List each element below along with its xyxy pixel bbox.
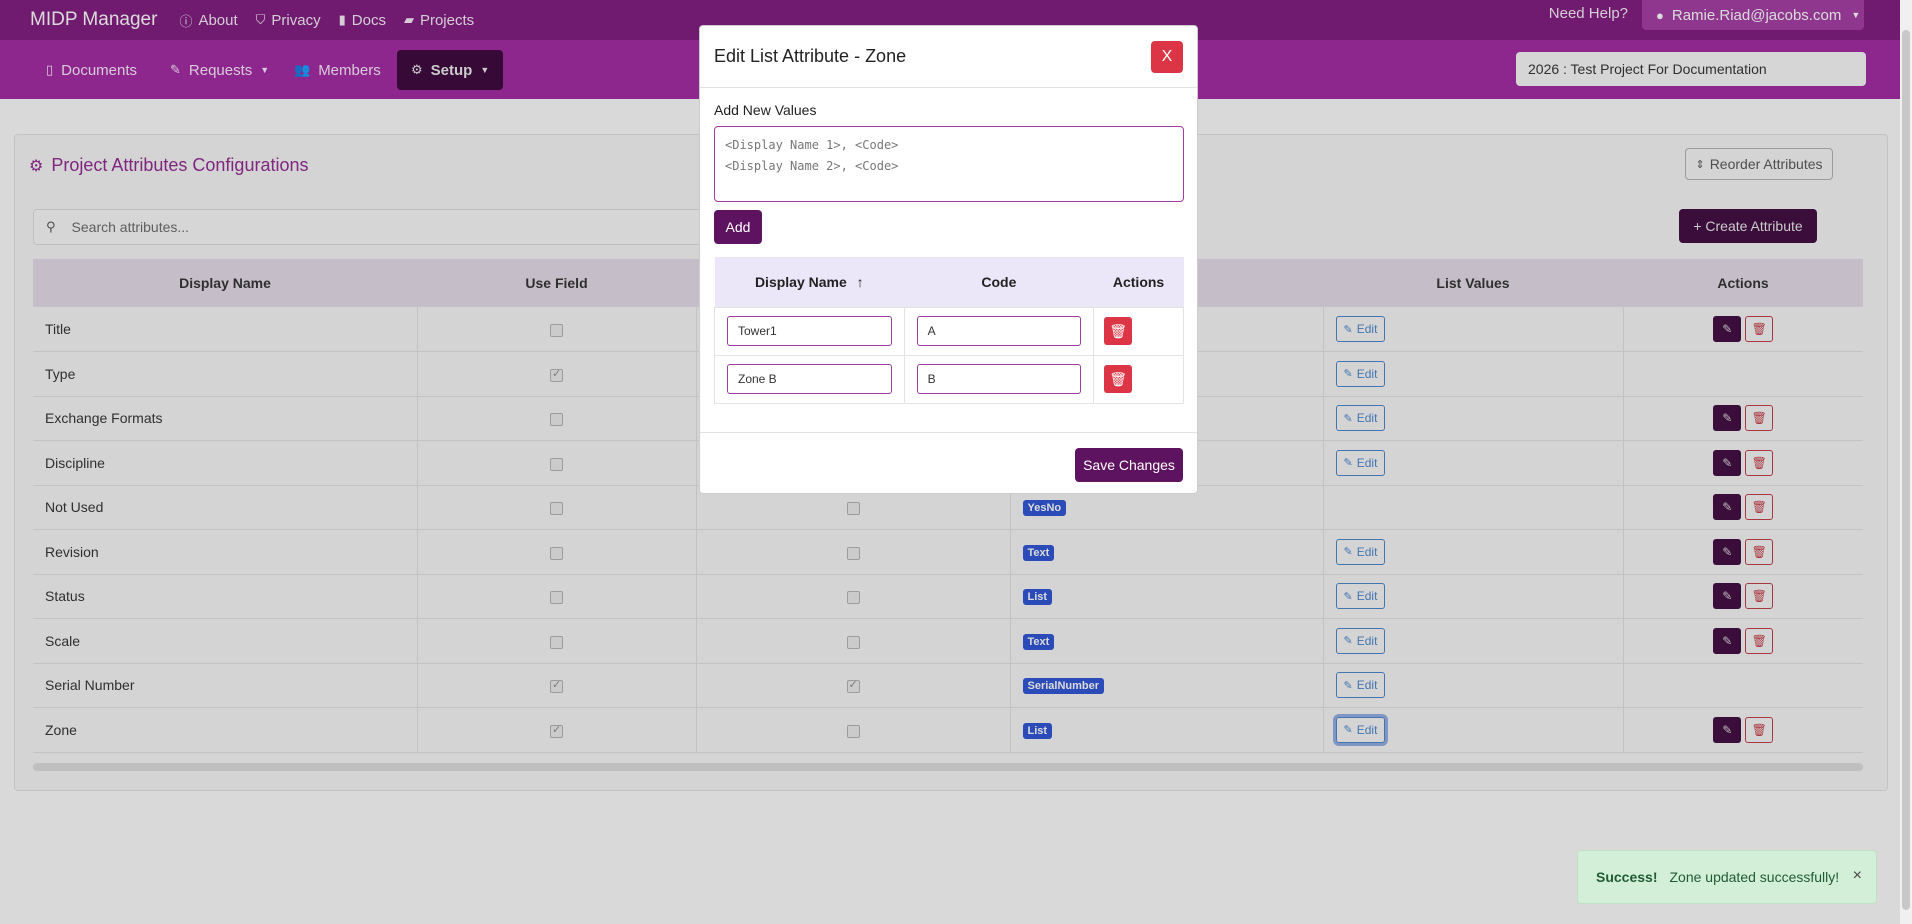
value-code-input[interactable]: B	[916, 364, 1082, 394]
save-changes-button[interactable]: Save Changes	[1075, 448, 1183, 482]
toast-title: Success!	[1596, 869, 1658, 885]
modal-header: Edit List Attribute - Zone X	[700, 26, 1197, 88]
arrow-up-icon: ↑	[856, 273, 864, 290]
modal-close-button[interactable]: X	[1151, 41, 1183, 73]
vertical-scrollbar[interactable]	[1900, 0, 1912, 924]
add-values-button[interactable]: Add	[714, 210, 762, 244]
edit-list-attribute-modal: Edit List Attribute - Zone X Add New Val…	[699, 25, 1198, 494]
list-values-table: Display Name ↑ Code Actions Tower1 A 🗑 Z…	[714, 257, 1184, 404]
add-new-values-label: Add New Values	[714, 102, 817, 118]
modal-title: Edit List Attribute - Zone	[714, 46, 907, 66]
new-values-textarea[interactable]: <Display Name 1>, <Code> <Display Name 2…	[714, 126, 1184, 202]
delete-value-button[interactable]: 🗑	[1104, 365, 1133, 393]
value-display-name-input[interactable]: Zone B	[727, 364, 892, 394]
modal-footer	[700, 432, 1197, 433]
success-toast: Success! Zone updated successfully! ×	[1577, 850, 1877, 904]
trash-icon: 🗑	[1109, 370, 1127, 387]
delete-value-button[interactable]: 🗑	[1104, 317, 1133, 345]
values-table-header: Display Name ↑ Code Actions	[714, 257, 1184, 307]
value-row: Zone B B 🗑	[714, 354, 1184, 404]
value-row: Tower1 A 🗑	[714, 306, 1184, 356]
column-value-actions: Actions	[1093, 257, 1184, 307]
toast-close-button[interactable]: ×	[1853, 867, 1862, 885]
column-display-name-sort[interactable]: Display Name ↑	[714, 257, 905, 307]
trash-icon: 🗑	[1109, 322, 1127, 339]
toast-message: Zone updated successfully!	[1669, 869, 1840, 885]
value-display-name-input[interactable]: Tower1	[727, 316, 892, 346]
value-code-input[interactable]: A	[916, 316, 1082, 346]
column-code[interactable]: Code	[904, 257, 1094, 307]
scrollbar-thumb[interactable]	[1902, 30, 1910, 910]
